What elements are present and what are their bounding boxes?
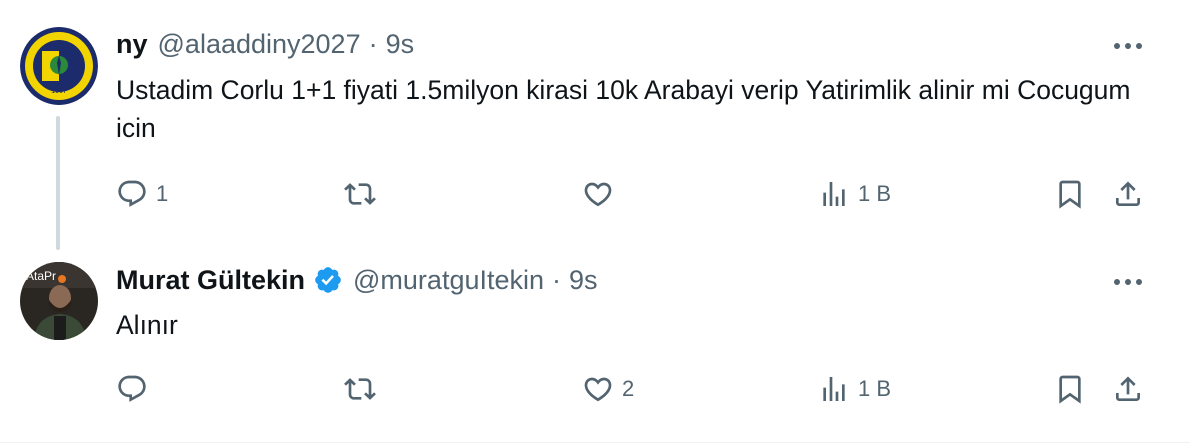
views-count: 1 B [858, 181, 892, 206]
repost-button[interactable] [344, 174, 384, 214]
more-options-button[interactable] [1108, 272, 1148, 292]
tweet-text: Ustadim Corlu 1+1 fiyati 1.5milyon kiras… [116, 75, 1131, 143]
like-button[interactable] [582, 174, 622, 214]
views-icon [823, 377, 845, 401]
share-icon [1116, 181, 1140, 206]
avatar[interactable]: 1907 [20, 27, 98, 105]
user-photo-avatar: AtaPr [20, 262, 98, 340]
share-button[interactable] [1112, 174, 1144, 214]
reply-icon [118, 180, 146, 207]
reply-button[interactable]: 1 [116, 174, 168, 214]
views-button[interactable]: 1 B [818, 369, 891, 409]
timestamp[interactable]: 9s [569, 265, 598, 296]
repost-button[interactable] [344, 369, 384, 409]
avatar-sign-text: AtaPr [26, 269, 56, 283]
repost-icon [344, 378, 376, 400]
separator-dot: · [368, 28, 378, 59]
timestamp[interactable]: 9s [386, 29, 415, 60]
bookmark-button[interactable] [1054, 174, 1086, 214]
bookmark-button[interactable] [1054, 369, 1086, 409]
user-handle[interactable]: @alaaddiny2027 [158, 29, 361, 60]
tweet-2[interactable]: AtaPr Murat Gültekin @muratguItekin · 9s… [0, 252, 1190, 443]
tweet-text: Alınır [116, 310, 178, 340]
heart-icon [584, 377, 612, 402]
like-count: 2 [622, 376, 635, 401]
reply-icon [118, 375, 146, 402]
views-icon [823, 182, 845, 206]
tweet-actions: 1 1 B [0, 174, 1190, 214]
tweet-1[interactable]: 1907 ny @alaaddiny2027 · 9s Ustadim Corl… [0, 0, 1190, 252]
avatar[interactable]: AtaPr [20, 262, 98, 340]
share-button[interactable] [1112, 369, 1144, 409]
more-options-button[interactable] [1108, 36, 1148, 56]
separator-dot: · [552, 264, 562, 295]
more-dots-icon [1114, 279, 1142, 285]
tweet-header: ny @alaaddiny2027 · 9s [116, 28, 414, 60]
like-button[interactable]: 2 [582, 369, 634, 409]
views-button[interactable]: 1 B [818, 174, 891, 214]
share-icon [1116, 376, 1140, 401]
tweet-header: Murat Gültekin @muratguItekin · 9s [116, 264, 598, 296]
views-count: 1 B [858, 376, 892, 401]
bookmark-icon [1059, 375, 1081, 404]
reply-button[interactable] [116, 369, 156, 409]
display-name[interactable]: Murat Gültekin [116, 265, 305, 296]
reply-count: 1 [156, 181, 169, 206]
verified-badge-icon [313, 265, 343, 295]
avatar-year-text: 1907 [51, 88, 67, 95]
tweet-actions: 2 1 B [0, 369, 1190, 409]
heart-icon [584, 182, 612, 207]
repost-icon [344, 183, 376, 205]
user-handle[interactable]: @muratguItekin [353, 265, 544, 296]
display-name[interactable]: ny [116, 29, 148, 60]
more-dots-icon [1114, 43, 1142, 49]
fenerbahce-logo-avatar: 1907 [20, 27, 98, 105]
bookmark-icon [1059, 180, 1081, 209]
